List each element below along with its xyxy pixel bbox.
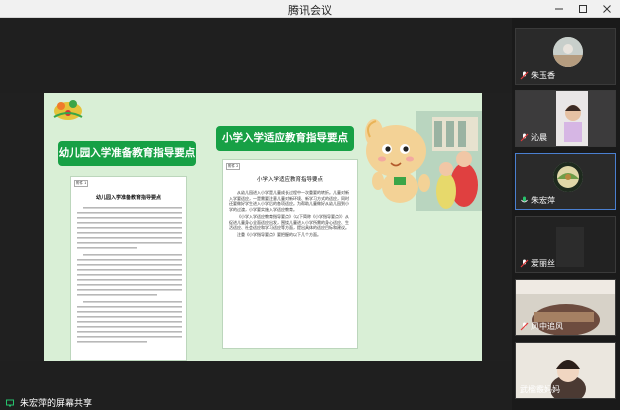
left-document-page: 附件 1 幼儿园入学准备教育指导要点: [70, 176, 187, 361]
document-tag: 附件 1: [74, 180, 89, 187]
right-document-page: 附件 2 小学入学适应教育指导要点 从幼儿园进入小学是儿童成长过程中一次重要的转…: [222, 159, 358, 349]
mic-muted-icon: [520, 322, 529, 331]
document-paragraph: 注重《小学指导要点》要把握的以下几个方面。: [237, 231, 321, 237]
window-controls: [550, 2, 616, 16]
participant-video-list[interactable]: 朱玉香 沁晨 朱宏萍 爱丽丝 风中追风 武楹霰妈妈: [512, 18, 620, 410]
document-paragraph: 从幼儿园进入小学是儿童成长过程中一次重要的转折。儿童对新入学要适应，一是需要注意…: [229, 190, 349, 213]
avatar: [553, 162, 583, 192]
screen-share-status: 朱宏萍的屏幕共享: [0, 395, 512, 410]
participant-tile[interactable]: 爱丽丝: [515, 216, 616, 273]
close-icon[interactable]: [598, 2, 616, 16]
participant-name: 沁晨: [531, 133, 547, 142]
participant-name: 武楹霰妈妈: [520, 385, 560, 394]
participant-name: 风中追风: [531, 322, 563, 331]
maximize-icon[interactable]: [574, 2, 592, 16]
mic-muted-icon: [520, 259, 529, 268]
mic-active-icon: [521, 196, 528, 203]
document-tag: 附件 2: [226, 163, 241, 170]
participant-tile[interactable]: 朱玉香: [515, 28, 616, 85]
shared-screen-view: 幼儿园入学准备教育指导要点 小学入学适应教育指导要点 附件 1 幼儿园入学准备教…: [0, 93, 512, 361]
shared-screen-stage: › 幼儿园入学准备教育指导要点 小学入学适应教育指导要点 附件 1 幼儿园: [0, 18, 512, 410]
mic-muted-icon: [520, 133, 529, 142]
document-text-lines: [77, 207, 182, 343]
presenter-label: 朱宏萍的屏幕共享: [20, 399, 93, 409]
document-body: 从幼儿园进入小学是儿童成长过程中一次重要的转折。儿童对新入学要适应，一是需要注意…: [229, 190, 351, 342]
kindergarten-logo: [50, 97, 86, 123]
minimize-icon[interactable]: [550, 2, 568, 16]
mascot-illustration: [360, 111, 482, 211]
window-titlebar: 腾讯会议: [0, 0, 620, 18]
presentation-slide: 幼儿园入学准备教育指导要点 小学入学适应教育指导要点 附件 1 幼儿园入学准备教…: [44, 93, 482, 361]
participant-tile[interactable]: 风中追风: [515, 279, 616, 336]
mic-muted-icon: [520, 71, 529, 80]
right-section-heading: 小学入学适应教育指导要点: [216, 126, 354, 151]
participant-tile[interactable]: 沁晨: [515, 90, 616, 147]
document-title: 幼儿园入学准备教育指导要点: [95, 195, 161, 201]
left-section-heading: 幼儿园入学准备教育指导要点: [58, 141, 196, 166]
participant-name: 朱宏萍: [531, 196, 555, 205]
participant-tile[interactable]: 武楹霰妈妈: [515, 342, 616, 399]
avatar: [553, 37, 583, 67]
participant-name: 爱丽丝: [531, 259, 555, 268]
screen-share-icon: [6, 399, 14, 406]
participant-name: 朱玉香: [531, 71, 555, 80]
window-title: 腾讯会议: [288, 4, 332, 17]
document-title: 小学入学适应教育指导要点: [256, 177, 323, 183]
document-paragraph: 《小学入学适应教育指导要点》（以下简称《小学指导要点》）从促进儿童身心全面适应出…: [229, 213, 349, 231]
participant-tile-active[interactable]: 朱宏萍: [515, 153, 616, 210]
